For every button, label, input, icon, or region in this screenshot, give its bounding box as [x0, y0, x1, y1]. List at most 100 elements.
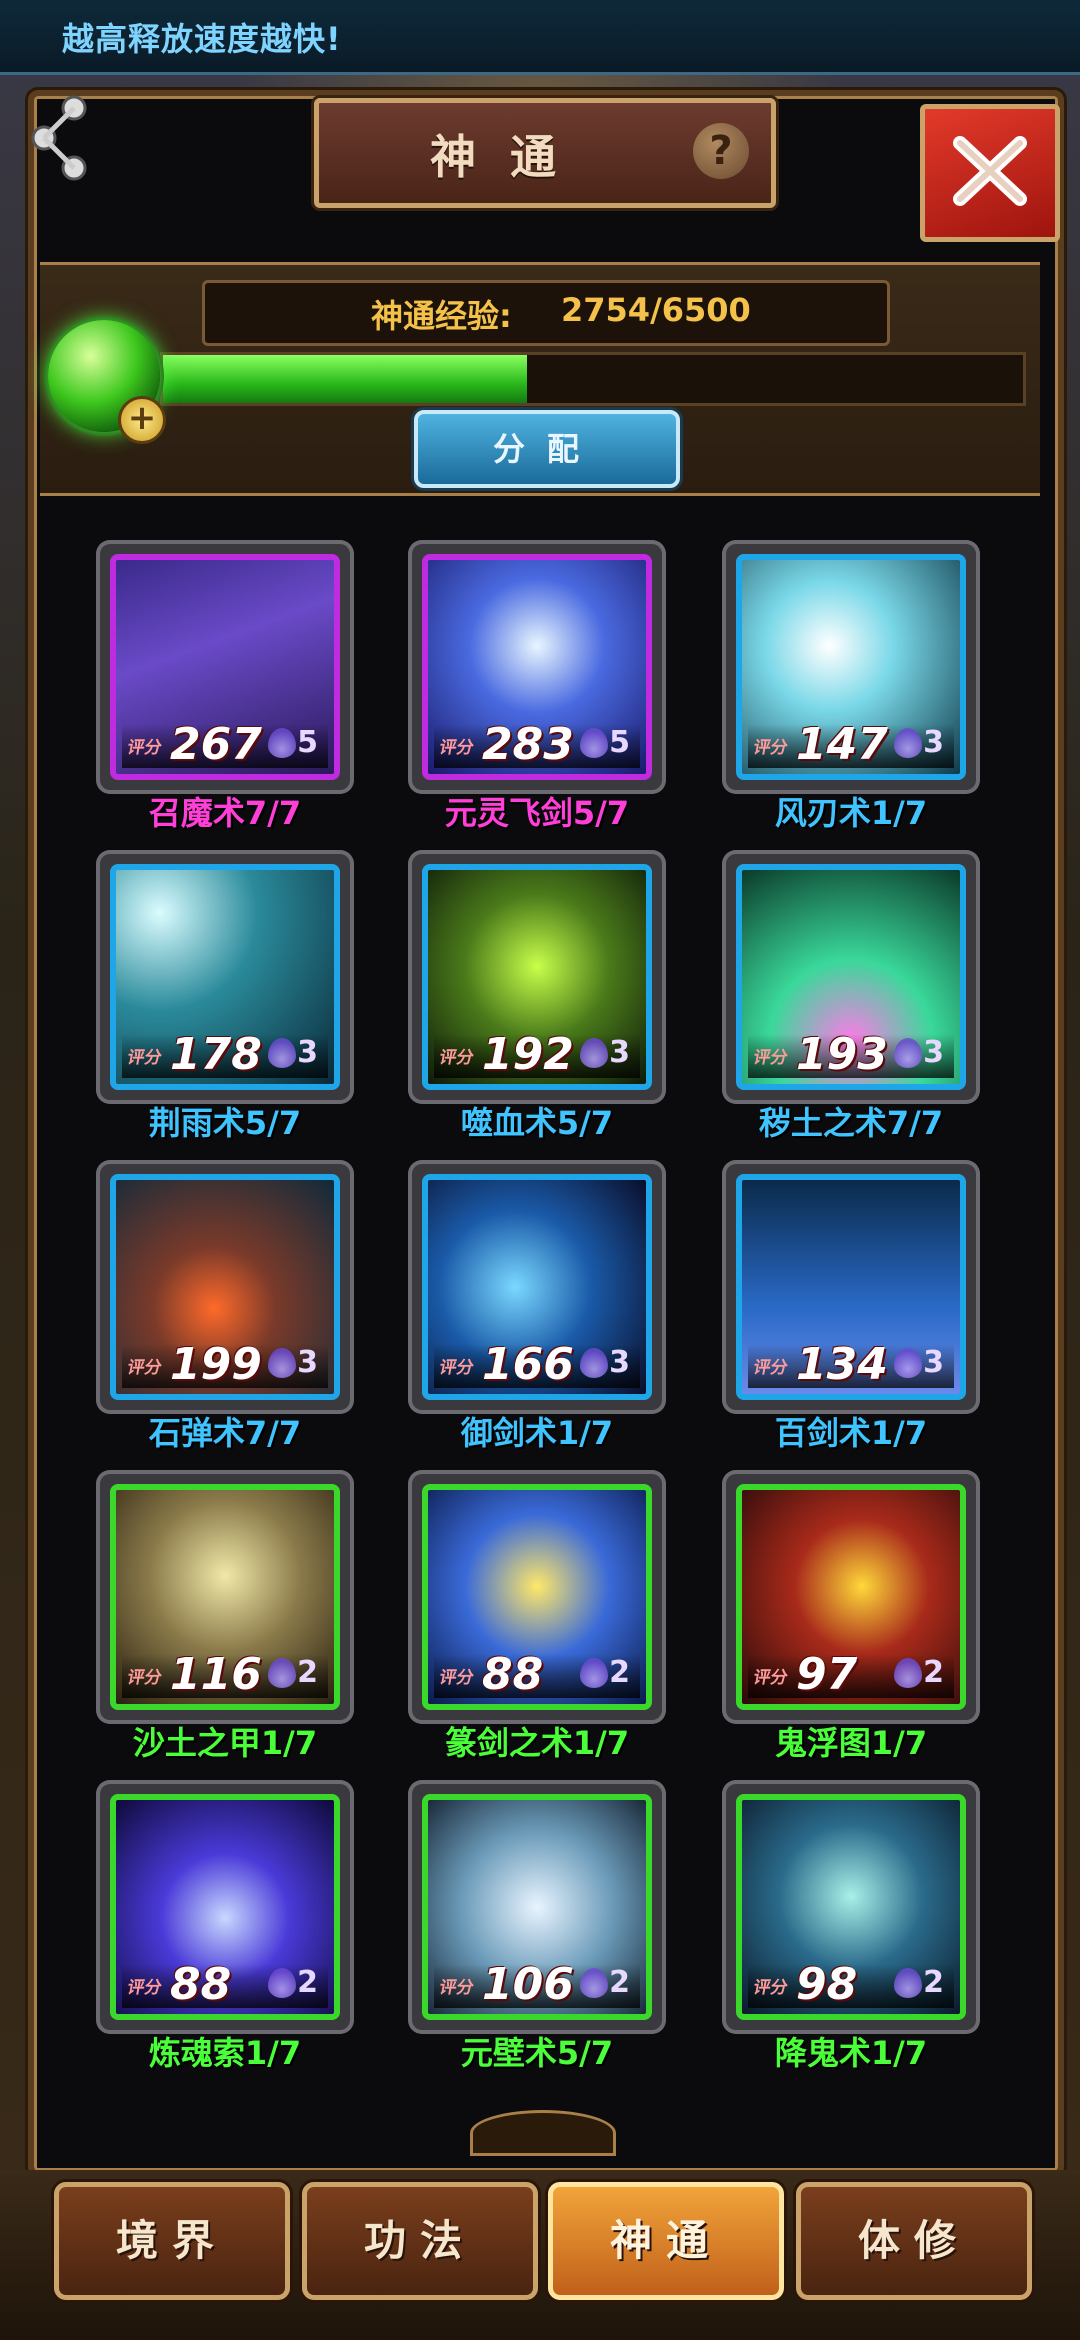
score-tag: 评分	[437, 1048, 476, 1068]
skill-name: 风刃术1/7	[774, 794, 928, 832]
skill-icon[interactable]: 评分 88 2	[422, 1484, 652, 1710]
skill-name: 篆剑之术1/7	[444, 1724, 630, 1762]
skill-icon[interactable]: 评分 97 2	[736, 1484, 966, 1710]
skill-card[interactable]: 评分 193 3 秽土之术7/7	[722, 850, 980, 1142]
skill-level-icon: 2	[580, 1652, 630, 1694]
skill-level: 5	[297, 725, 318, 760]
skill-card[interactable]: 评分 88 2 篆剑之术1/7	[408, 1470, 666, 1762]
skill-score: 193	[796, 1029, 888, 1080]
score-strip: 评分 88 2	[122, 1959, 328, 2010]
skill-level-icon: 2	[268, 1962, 318, 2004]
skill-level-icon: 3	[268, 1342, 318, 1384]
score-tag: 评分	[125, 1978, 164, 1998]
skill-level-icon: 2	[268, 1652, 318, 1694]
skill-icon[interactable]: 评分 178 3	[110, 864, 340, 1090]
flame-icon	[268, 1348, 296, 1378]
score-strip: 评分 193 3	[748, 1029, 954, 1080]
score-tag: 评分	[751, 1358, 790, 1378]
skill-level-icon: 2	[894, 1962, 944, 2004]
flame-icon	[268, 1968, 296, 1998]
flame-icon	[580, 728, 608, 758]
score-strip: 评分 134 3	[748, 1339, 954, 1390]
flame-icon	[894, 1658, 922, 1688]
skill-score: 283	[482, 719, 574, 770]
skill-level: 2	[609, 1965, 630, 2000]
score-tag: 评分	[751, 738, 790, 758]
skill-icon[interactable]: 评分 98 2	[736, 1794, 966, 2020]
skill-icon[interactable]: 评分 106 2	[422, 1794, 652, 2020]
skill-score: 267	[170, 719, 262, 770]
skill-name: 元壁术5/7	[460, 2034, 614, 2072]
score-tag: 评分	[437, 1978, 476, 1998]
skill-score: 178	[170, 1029, 262, 1080]
skill-icon[interactable]: 评分 283 5	[422, 554, 652, 780]
skill-card[interactable]: 评分 147 3 风刃术1/7	[722, 540, 980, 832]
skill-score: 98	[796, 1959, 858, 2010]
skill-name: 降鬼术1/7	[774, 2034, 928, 2072]
skill-level: 2	[297, 1965, 318, 2000]
skill-card[interactable]: 评分 134 3 百剑术1/7	[722, 1160, 980, 1452]
skill-name: 御剑术1/7	[460, 1414, 614, 1452]
skill-score: 116	[170, 1649, 262, 1700]
skill-card[interactable]: 评分 166 3 御剑术1/7	[408, 1160, 666, 1452]
skill-icon[interactable]: 评分 267 5	[110, 554, 340, 780]
skill-card[interactable]: 评分 98 2 降鬼术1/7	[722, 1780, 980, 2072]
tab-2[interactable]: 功法	[302, 2182, 538, 2300]
skill-score: 199	[170, 1339, 262, 1390]
tab-3[interactable]: 神通	[548, 2182, 784, 2300]
skill-card[interactable]: 评分 283 5 元灵飞剑5/7	[408, 540, 666, 832]
flame-icon	[894, 1968, 922, 1998]
skill-name: 秽土之术7/7	[758, 1104, 944, 1142]
panel-bottom-ornament	[470, 2110, 616, 2156]
flame-icon	[580, 1348, 608, 1378]
skill-card[interactable]: 评分 106 2 元壁术5/7	[408, 1780, 666, 2072]
skill-card[interactable]: 评分 267 5 召魔术7/7	[96, 540, 354, 832]
skill-card[interactable]: 评分 192 3 噬血术5/7	[408, 850, 666, 1142]
flame-icon	[580, 1968, 608, 1998]
skill-name: 元灵飞剑5/7	[444, 794, 630, 832]
skill-level: 2	[923, 1965, 944, 2000]
skill-icon[interactable]: 评分 199 3	[110, 1174, 340, 1400]
skill-icon[interactable]: 评分 116 2	[110, 1484, 340, 1710]
skill-icon[interactable]: 评分 134 3	[736, 1174, 966, 1400]
skill-card[interactable]: 评分 199 3 石弹术7/7	[96, 1160, 354, 1452]
skill-card[interactable]: 评分 178 3 荆雨术5/7	[96, 850, 354, 1142]
skill-score: 134	[796, 1339, 888, 1390]
flame-icon	[894, 1348, 922, 1378]
flame-icon	[268, 1038, 296, 1068]
skill-level-icon: 3	[894, 1342, 944, 1384]
skill-level-icon: 5	[268, 722, 318, 764]
skill-icon[interactable]: 评分 147 3	[736, 554, 966, 780]
score-strip: 评分 116 2	[122, 1649, 328, 1700]
tab-1[interactable]: 境界	[54, 2182, 290, 2300]
skill-name: 荆雨术5/7	[148, 1104, 302, 1142]
skill-name: 沙土之甲1/7	[132, 1724, 318, 1762]
flame-icon	[894, 1038, 922, 1068]
skill-icon[interactable]: 评分 166 3	[422, 1174, 652, 1400]
flame-icon	[894, 728, 922, 758]
score-strip: 评分 88 2	[434, 1649, 640, 1700]
skill-level-icon: 3	[894, 722, 944, 764]
skill-level-icon: 3	[894, 1032, 944, 1074]
score-strip: 评分 267 5	[122, 719, 328, 770]
skill-icon[interactable]: 评分 192 3	[422, 864, 652, 1090]
skill-level-icon: 3	[268, 1032, 318, 1074]
skill-icon[interactable]: 评分 193 3	[736, 864, 966, 1090]
skill-card[interactable]: 评分 116 2 沙土之甲1/7	[96, 1470, 354, 1762]
skill-level: 2	[923, 1655, 944, 1690]
skill-level-icon: 3	[580, 1342, 630, 1384]
skill-level: 3	[923, 1345, 944, 1380]
score-strip: 评分 166 3	[434, 1339, 640, 1390]
skill-name: 噬血术5/7	[460, 1104, 614, 1142]
skill-card[interactable]: 评分 97 2 鬼浮图1/7	[722, 1470, 980, 1762]
skill-score: 147	[796, 719, 888, 770]
skill-card[interactable]: 评分 88 2 炼魂索1/7	[96, 1780, 354, 2072]
skill-icon[interactable]: 评分 88 2	[110, 1794, 340, 2020]
skill-level: 3	[297, 1345, 318, 1380]
skill-level: 3	[609, 1035, 630, 1070]
skill-name: 鬼浮图1/7	[774, 1724, 928, 1762]
skill-level: 3	[609, 1345, 630, 1380]
skill-level: 3	[297, 1035, 318, 1070]
flame-icon	[580, 1658, 608, 1688]
tab-4[interactable]: 体修	[796, 2182, 1032, 2300]
